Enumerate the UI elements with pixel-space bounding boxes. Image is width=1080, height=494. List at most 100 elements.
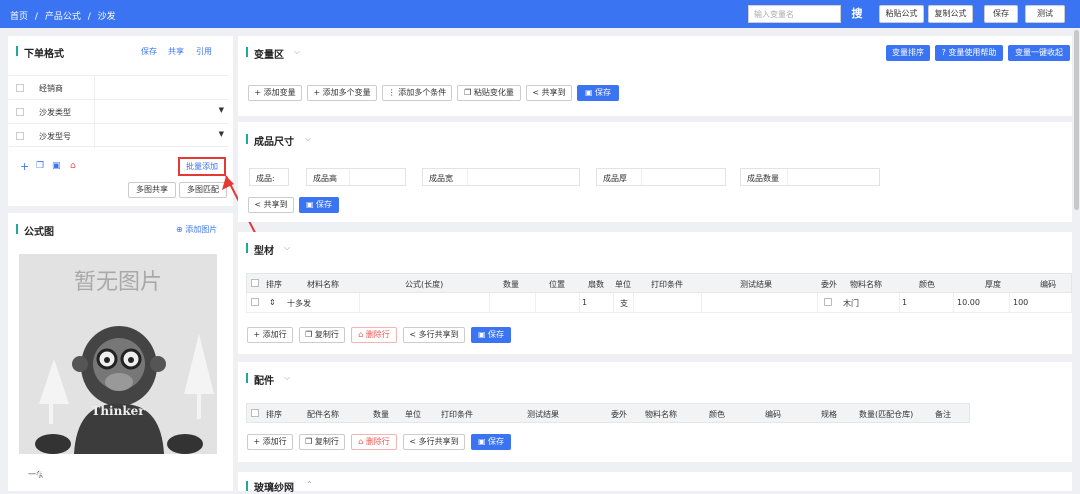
order-item-checkbox[interactable] <box>16 84 24 92</box>
column-header[interactable]: 材料名称 <box>307 279 339 290</box>
title-accent <box>16 224 18 234</box>
order-save-link[interactable]: 保存 <box>141 46 157 57</box>
multi-image-match-button[interactable]: 多图匹配 <box>179 182 227 198</box>
order-item[interactable]: 沙发类型 ▼ <box>9 99 228 124</box>
batch-add-button[interactable]: 批量添加 <box>178 157 226 176</box>
placeholder-image: 暂无图片 Thinker <box>19 254 217 454</box>
column-header: 排序 <box>266 280 282 289</box>
save-button[interactable]: 保存 <box>984 5 1018 23</box>
order-item-checkbox[interactable] <box>16 132 24 140</box>
add-variable-button[interactable]: + 添加变量 <box>248 85 302 101</box>
fans-cell[interactable]: 1 <box>582 298 587 307</box>
copy-icon[interactable]: ❐ <box>36 161 44 171</box>
unit-cell[interactable]: 支 <box>620 298 628 309</box>
dropdown-arrow-icon[interactable]: ▼ <box>219 106 224 114</box>
order-item-label: 沙发型号 <box>39 132 71 141</box>
image-icon[interactable]: ▣ <box>52 161 61 171</box>
material-cell[interactable]: 十多发 <box>287 298 311 309</box>
monkey-illustration <box>35 326 214 454</box>
search-button[interactable]: 搜 <box>846 5 868 23</box>
order-cite-link[interactable]: 引用 <box>196 46 212 57</box>
table-row[interactable]: ⇕ 十多发 1 支 木门 1 10.00 100 <box>246 293 1072 313</box>
divider <box>899 293 900 312</box>
column-header[interactable]: 数量 <box>503 279 519 290</box>
quantity-field[interactable]: 成品数量 <box>740 168 880 186</box>
delete-row-button[interactable]: ⌂ 删除行 <box>351 327 397 343</box>
item-name-cell[interactable]: 木门 <box>843 298 859 309</box>
order-item[interactable]: 沙发型号 ▼ <box>9 123 228 148</box>
add-multiple-conditions-button[interactable]: ⋮ 添加多个条件 <box>382 85 452 101</box>
variable-section: 变量区 ⌵ 变量排序 ? 变量使用帮助 变量一键收起 + 添加变量 + 添加多个… <box>238 36 1072 116</box>
column-header[interactable]: 打印条件 <box>651 279 683 290</box>
save-label: 保存 <box>316 200 333 209</box>
variable-sort-button[interactable]: 变量排序 <box>886 45 930 61</box>
chevron-down-icon[interactable]: ⌵ <box>305 134 311 144</box>
multi-row-share-button[interactable]: < 多行共享到 <box>403 434 465 450</box>
chevron-down-icon[interactable]: ⌵ <box>284 373 290 383</box>
trash-icon: ⌂ <box>358 437 366 446</box>
color-cell[interactable]: 1 <box>902 298 907 307</box>
height-field[interactable]: 成品高 <box>306 168 406 186</box>
order-format-title: 下单格式 <box>24 49 64 60</box>
order-item[interactable]: 经销商 <box>9 75 228 100</box>
profile-save-button[interactable]: ▣ 保存 <box>471 327 511 343</box>
add-multiple-variables-button[interactable]: + 添加多个变量 <box>307 85 377 101</box>
share-to-button[interactable]: < 共享到 <box>248 197 294 213</box>
column-header: 物料名称 <box>850 280 882 289</box>
select-all-checkbox[interactable] <box>251 409 259 417</box>
test-button[interactable]: 测试 <box>1025 5 1065 23</box>
column-header[interactable]: 打印条件 <box>441 409 473 420</box>
title-accent <box>16 46 18 56</box>
add-image-link[interactable]: ⊕ 添加图片 <box>176 224 217 235</box>
dropdown-arrow-icon[interactable]: ▼ <box>219 130 224 138</box>
code-cell[interactable]: 100 <box>1013 298 1028 307</box>
breadcrumb-formula[interactable]: 产品公式 <box>45 12 81 22</box>
paste-formula-button[interactable]: 粘贴公式 <box>879 5 924 23</box>
formula-image-title: 公式图 <box>24 227 54 238</box>
column-header[interactable]: 公式(长度) <box>405 279 443 290</box>
divider <box>94 124 95 148</box>
column-header: 颜色 <box>709 410 725 419</box>
watermark-logo-icon: ᗢ <box>12 463 27 482</box>
copy-formula-button[interactable]: 复制公式 <box>928 5 973 23</box>
column-header: 物料名称 <box>645 410 677 419</box>
chevron-up-icon[interactable]: ⌃ <box>306 480 313 489</box>
variable-help-button[interactable]: ? 变量使用帮助 <box>935 45 1003 61</box>
variable-save-button[interactable]: ▣ 保存 <box>577 85 619 101</box>
row-checkbox[interactable] <box>251 298 259 306</box>
breadcrumb-home[interactable]: 首页 <box>10 12 28 22</box>
outsource-checkbox[interactable] <box>824 298 832 306</box>
delete-icon[interactable]: ⌂ <box>70 161 76 171</box>
thickness-cell[interactable]: 10.00 <box>957 298 980 307</box>
multi-image-share-button[interactable]: 多图共享 <box>128 182 176 198</box>
scrollbar[interactable] <box>1074 30 1079 210</box>
chevron-down-icon[interactable]: ⌵ <box>284 243 290 253</box>
order-share-link[interactable]: 共享 <box>168 46 184 57</box>
share-icon: < <box>409 330 419 339</box>
column-header[interactable]: 配件名称 <box>307 409 339 420</box>
profile-table-header: 排序 材料名称 公式(长度) 数量 位置 扇数 单位 打印条件 测试结果 委外 … <box>246 273 1072 293</box>
profile-section: 型材 ⌵ 排序 材料名称 公式(长度) 数量 位置 扇数 单位 打印条件 测试结… <box>238 232 1072 354</box>
share-to-button[interactable]: < 共享到 <box>526 85 572 101</box>
chevron-down-icon[interactable]: ⌵ <box>294 47 300 57</box>
parts-save-button[interactable]: ▣ 保存 <box>471 434 511 450</box>
size-save-button[interactable]: ▣ 保存 <box>299 197 339 213</box>
order-item-checkbox[interactable] <box>16 108 24 116</box>
add-icon[interactable]: + <box>20 160 29 173</box>
column-header[interactable]: 数量 <box>373 409 389 420</box>
variable-collapse-button[interactable]: 变量一键收起 <box>1008 45 1070 61</box>
multi-row-share-button[interactable]: < 多行共享到 <box>403 327 465 343</box>
paste-variables-button[interactable]: ❐ 粘贴变化量 <box>457 85 521 101</box>
width-field[interactable]: 成品宽 <box>422 168 580 186</box>
column-header: 委外 <box>611 410 627 419</box>
add-row-button[interactable]: + 添加行 <box>247 327 293 343</box>
delete-row-button[interactable]: ⌂ 删除行 <box>351 434 397 450</box>
copy-row-button[interactable]: ❐ 复制行 <box>299 434 345 450</box>
drag-handle-icon[interactable]: ⇕ <box>269 298 276 307</box>
variable-search-input[interactable] <box>748 5 841 23</box>
add-row-button[interactable]: + 添加行 <box>247 434 293 450</box>
column-header: 编码 <box>1040 280 1056 289</box>
thickness-field[interactable]: 成品厚 <box>596 168 726 186</box>
copy-row-button[interactable]: ❐ 复制行 <box>299 327 345 343</box>
select-all-checkbox[interactable] <box>251 279 259 287</box>
